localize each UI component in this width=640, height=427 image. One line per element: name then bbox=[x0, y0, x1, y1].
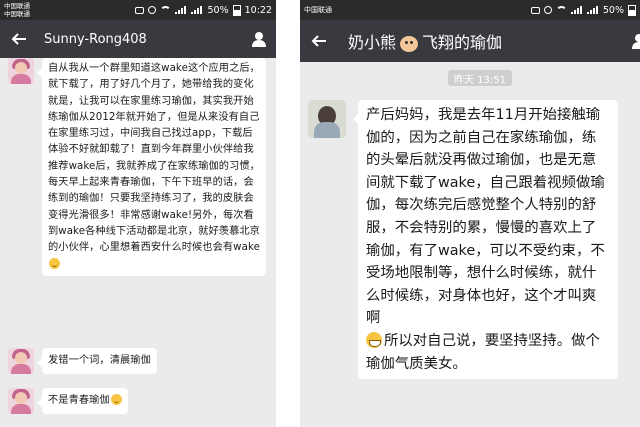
wifi-icon bbox=[160, 6, 172, 14]
message-text: 发错一个词，清晨瑜伽 bbox=[48, 355, 151, 366]
signal-icon bbox=[191, 6, 203, 14]
message-bubble[interactable]: 产后妈妈，我是去年11月开始接触瑜伽的，因为之前自己在家练瑜伽，练的头晕后就没再… bbox=[353, 100, 618, 380]
grin-emoji-icon bbox=[366, 331, 382, 348]
status-bar: 中国联通 50% bbox=[300, 0, 640, 20]
battery-percent: 50% bbox=[207, 4, 229, 16]
back-button[interactable] bbox=[308, 30, 330, 52]
avatar[interactable] bbox=[308, 100, 346, 138]
screenshot-collage: 中国联通 中国联通 50% 10:22 Sunny-Rong408 自从我从一个… bbox=[0, 0, 640, 427]
message-icon bbox=[135, 6, 145, 14]
message-row: 产后妈妈，我是去年11月开始接触瑜伽的，因为之前自己在家练瑜伽，练的头晕后就没再… bbox=[308, 100, 618, 380]
arrow-left-icon bbox=[11, 33, 26, 45]
message-text-continued: 所以对自己说，要坚持坚持。做个瑜伽气质美女。 bbox=[366, 332, 600, 372]
signal-icon bbox=[175, 6, 187, 14]
smile-emoji-icon bbox=[49, 257, 60, 269]
message-text: 不是青春瑜伽 bbox=[48, 395, 110, 406]
message-row: 不是青春瑜伽 bbox=[8, 388, 128, 415]
message-bubble[interactable]: 自从我从一个群里知道这wake这个应用之后，就下载了，用了好几个月了，她带给我的… bbox=[37, 58, 266, 276]
person-icon bbox=[632, 34, 640, 49]
chat-title: 奶小熊 飞翔的瑜伽 bbox=[348, 29, 502, 53]
chat-title-part: 奶小熊 bbox=[348, 33, 397, 52]
carrier-labels: 中国联通 中国联通 bbox=[4, 2, 30, 18]
alarm-icon bbox=[148, 6, 157, 14]
message-text: 产后妈妈，我是去年11月开始接触瑜伽的，因为之前自己在家练瑜伽，练的头晕后就没再… bbox=[366, 107, 605, 327]
chat-title: Sunny-Rong408 bbox=[44, 31, 147, 47]
message-text: 自从我从一个群里知道这wake这个应用之后，就下载了，用了好几个月了，她带给我的… bbox=[48, 63, 260, 254]
avatar[interactable] bbox=[8, 58, 34, 84]
timestamp-chip: 昨天 13:51 bbox=[448, 70, 512, 86]
carrier-label: 中国联通 bbox=[304, 6, 332, 14]
carrier-label: 中国联通 bbox=[4, 10, 30, 18]
battery-icon bbox=[628, 4, 636, 16]
wifi-icon bbox=[555, 6, 567, 14]
chat-title-part: 飞翔的瑜伽 bbox=[422, 33, 503, 52]
carrier-label: 中国联通 bbox=[4, 2, 30, 10]
chat-header: Sunny-Rong408 bbox=[0, 20, 276, 58]
baby-emoji-icon bbox=[400, 35, 419, 52]
message-bubble[interactable]: 发错一个词，清晨瑜伽 bbox=[37, 348, 157, 375]
arrow-left-icon bbox=[311, 35, 326, 47]
message-bubble[interactable]: 不是青春瑜伽 bbox=[37, 388, 128, 415]
back-button[interactable] bbox=[8, 28, 30, 50]
message-row: 自从我从一个群里知道这wake这个应用之后，就下载了，用了好几个月了，她带给我的… bbox=[8, 58, 266, 276]
left-phone-screen: 中国联通 中国联通 50% 10:22 Sunny-Rong408 自从我从一个… bbox=[0, 0, 276, 427]
message-icon bbox=[530, 6, 540, 14]
battery-percent: 50% bbox=[602, 4, 624, 16]
person-icon bbox=[252, 32, 266, 47]
avatar[interactable] bbox=[8, 388, 34, 414]
message-row: 发错一个词，清晨瑜伽 bbox=[8, 348, 157, 375]
battery-icon bbox=[232, 4, 241, 16]
clock: 10:22 bbox=[244, 4, 272, 16]
chat-info-button[interactable] bbox=[248, 28, 270, 50]
status-bar: 中国联通 中国联通 50% 10:22 bbox=[0, 0, 276, 20]
status-icons: 50% 10:22 bbox=[135, 4, 272, 16]
smile-emoji-icon bbox=[110, 394, 122, 405]
signal-icon bbox=[586, 6, 599, 14]
status-icons: 50% bbox=[530, 4, 636, 16]
chat-info-button[interactable] bbox=[628, 30, 640, 52]
chat-header: 奶小熊 飞翔的瑜伽 bbox=[300, 20, 640, 62]
signal-icon bbox=[570, 6, 583, 14]
alarm-icon bbox=[543, 6, 552, 14]
avatar[interactable] bbox=[8, 348, 34, 374]
right-phone-screen: 中国联通 50% 奶小熊 飞翔的瑜伽 昨天 13:51 产后妈妈，我是去年11月… bbox=[300, 0, 640, 427]
